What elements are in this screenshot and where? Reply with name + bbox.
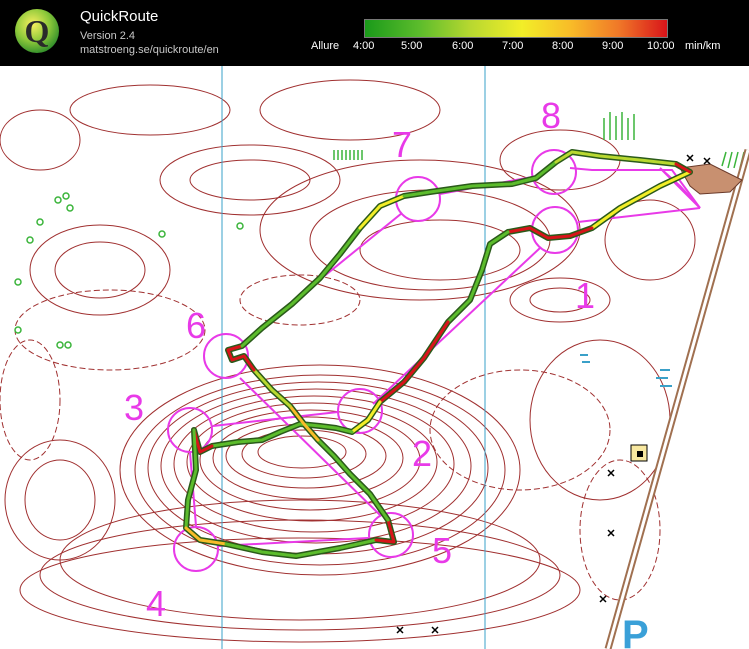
control-number-2: 2	[412, 433, 432, 474]
orienteering-map[interactable]: 1 2 3 4 5 6 7 8 P	[0, 66, 749, 649]
pace-scale-unit: min/km	[685, 40, 721, 52]
pace-tick-label: 5:00	[401, 40, 423, 52]
pace-tick-label: 10:00	[647, 40, 675, 52]
app-version: Version 2.4	[80, 30, 136, 42]
quickroute-logo: Q	[15, 9, 59, 53]
parking-symbol: P	[622, 613, 649, 649]
pace-tick-label: 7:00	[502, 40, 524, 52]
map-canvas[interactable]: 1 2 3 4 5 6 7 8 P	[0, 66, 749, 649]
control-number-4: 4	[146, 583, 166, 624]
pace-color-scale	[364, 19, 668, 38]
control-number-7: 7	[392, 124, 412, 165]
control-number-6: 6	[186, 305, 206, 346]
control-number-3: 3	[124, 387, 144, 428]
control-number-5: 5	[432, 530, 452, 571]
logo-letter: Q	[25, 13, 50, 49]
control-number-8: 8	[541, 95, 561, 136]
pace-scale-caption: Allure	[311, 40, 340, 52]
app-title: QuickRoute	[80, 8, 159, 25]
app-url: matstroeng.se/quickroute/en	[80, 44, 219, 56]
pace-tick-label: 8:00	[552, 40, 574, 52]
pace-tick-label: 6:00	[452, 40, 474, 52]
pace-tick-label: 9:00	[602, 40, 624, 52]
pace-tick-label: 4:00	[353, 40, 375, 52]
control-number-1: 1	[575, 275, 595, 316]
app-header: Q QuickRoute Version 2.4 matstroeng.se/q…	[0, 0, 749, 66]
